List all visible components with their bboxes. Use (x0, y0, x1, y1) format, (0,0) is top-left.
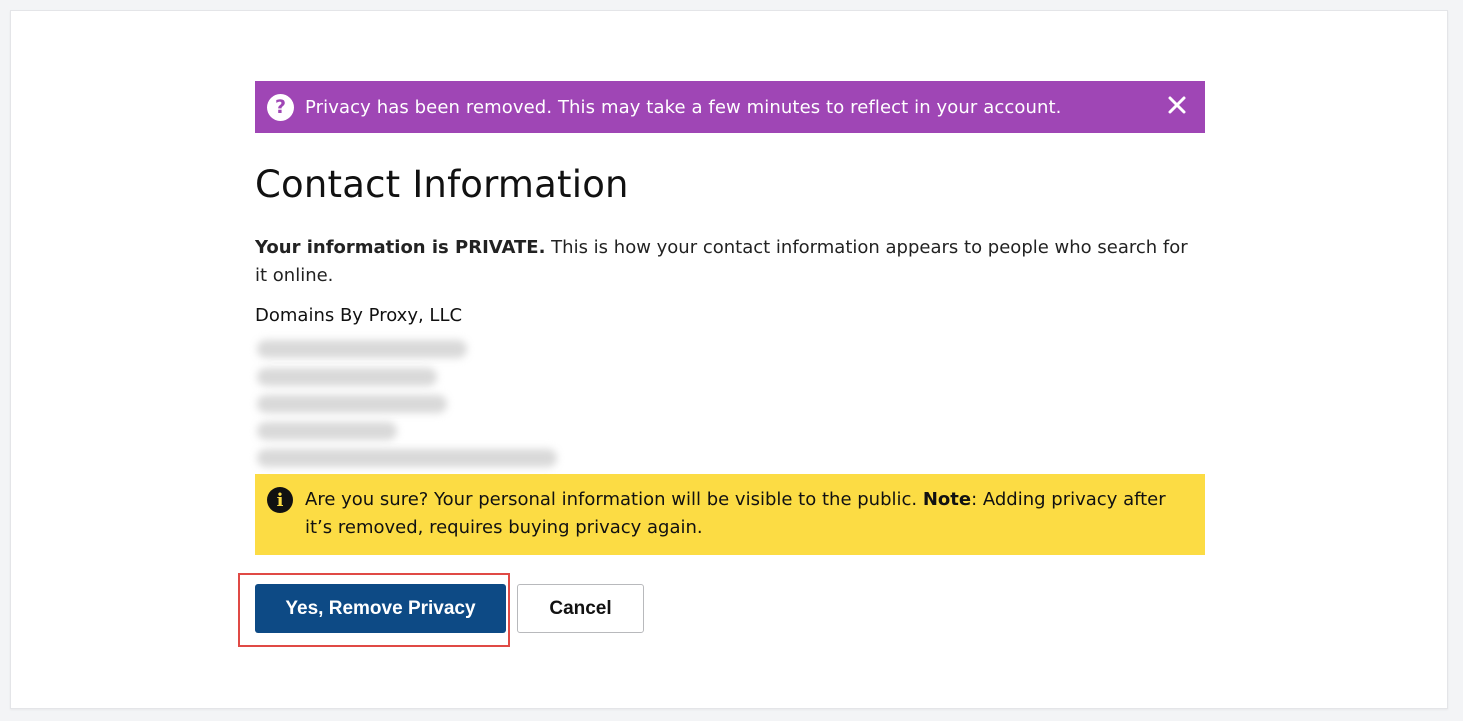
redacted-contact-details (247, 330, 567, 470)
privacy-removed-alert: ? Privacy has been removed. This may tak… (255, 81, 1205, 133)
privacy-description: Your information is PRIVATE. This is how… (255, 234, 1205, 290)
yes-remove-privacy-button[interactable]: Yes, Remove Privacy (255, 584, 506, 633)
cancel-button[interactable]: Cancel (517, 584, 644, 633)
info-circle-icon: i (267, 487, 293, 513)
warning-text-start: Are you sure? Your personal information … (305, 489, 923, 510)
warning-note-label: Note (922, 489, 972, 510)
main-card: ? Privacy has been removed. This may tak… (10, 10, 1448, 709)
question-circle-icon: ? (267, 93, 294, 121)
warning-text: Are you sure? Your personal information … (305, 486, 1185, 555)
close-icon[interactable] (1165, 93, 1189, 117)
alert-message: Privacy has been removed. This may take … (305, 96, 1062, 118)
action-buttons: Yes, Remove Privacy Cancel (238, 573, 1205, 652)
organization-name: Domains By Proxy, LLC (255, 305, 463, 326)
contact-info-panel: ? Privacy has been removed. This may tak… (238, 81, 1205, 652)
remove-privacy-warning: i Are you sure? Your personal informatio… (255, 474, 1205, 555)
privacy-status-text: Your information is PRIVATE. (255, 237, 546, 258)
page-title: Contact Information (255, 163, 629, 206)
